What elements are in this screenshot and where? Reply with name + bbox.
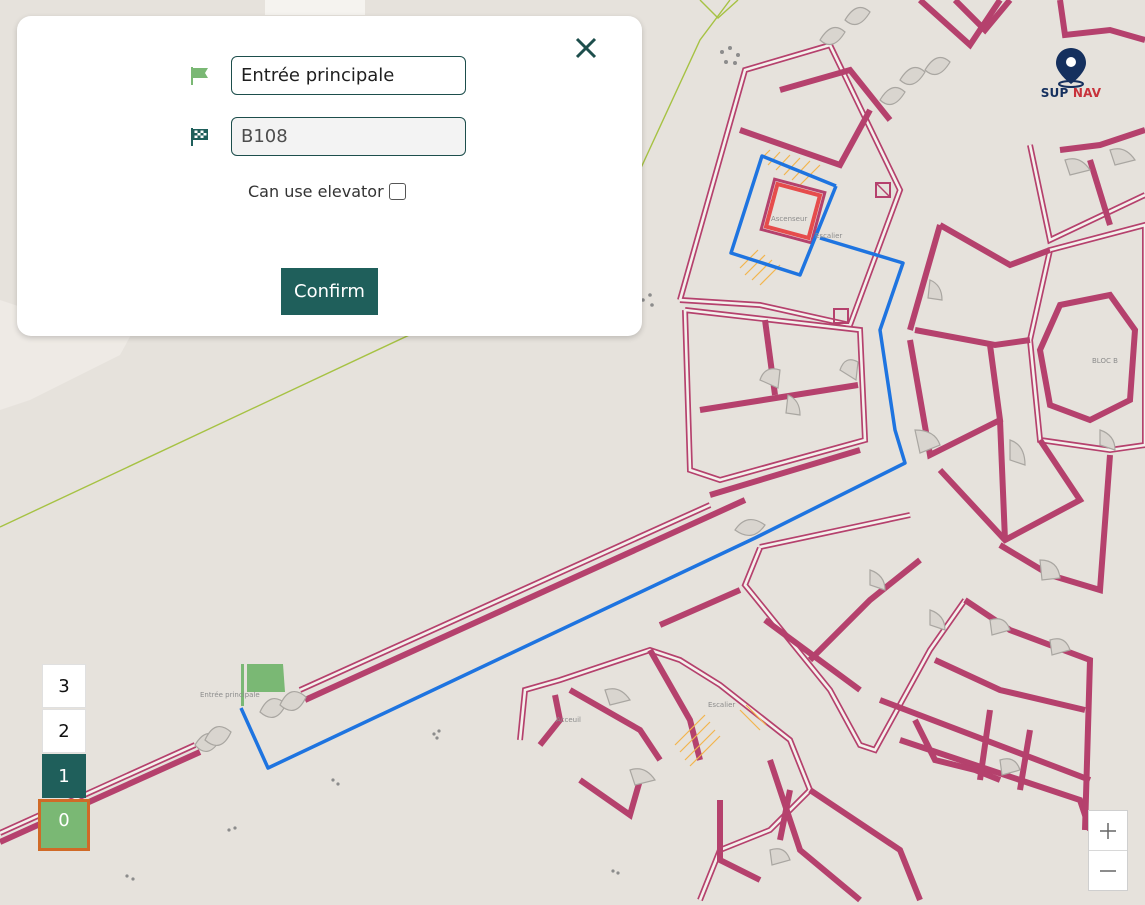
zoom-out-button[interactable] — [1089, 850, 1127, 890]
floor-button-2[interactable]: 2 — [42, 709, 86, 753]
elevator-checkbox[interactable] — [388, 183, 406, 200]
close-button[interactable] — [573, 35, 599, 61]
building-bloc-b — [907, 221, 1145, 594]
map-label-entrance: Entrée principale — [200, 691, 260, 699]
zoom-controls — [1088, 810, 1128, 891]
logo-word-nav: NAV — [1072, 86, 1102, 100]
floor-button-0[interactable]: 0 — [38, 799, 90, 851]
destination-row — [189, 117, 466, 156]
building-top — [917, 0, 1145, 245]
logo-text: SUP NAV — [1040, 86, 1102, 100]
supnav-logo: SUP NAV — [1040, 46, 1102, 102]
map-label-welcome: Acceuil — [556, 716, 581, 724]
start-input[interactable] — [231, 56, 466, 95]
map-label-elevator: Ascenseur — [771, 215, 807, 223]
logo-word-sup: SUP — [1040, 86, 1069, 100]
elevator-highlight[interactable] — [763, 181, 823, 241]
floor-selector: 3 2 1 0 — [38, 664, 90, 851]
elevator-option: Can use elevator — [248, 182, 406, 201]
plus-icon — [1100, 822, 1116, 839]
boundary-line — [639, 0, 731, 171]
zoom-in-button[interactable] — [1089, 811, 1127, 850]
route-panel: Can use elevator Confirm — [17, 16, 642, 336]
flag-icon — [189, 65, 211, 87]
map-label-stairs: Escalier — [708, 701, 735, 709]
checkered-flag-icon — [189, 126, 211, 148]
map-label-stairs: Escalier — [815, 232, 842, 240]
minus-icon — [1100, 869, 1116, 872]
start-row — [189, 56, 466, 95]
map-label-block: BLOC B — [1092, 357, 1118, 365]
floor-button-3[interactable]: 3 — [42, 664, 86, 708]
location-pin-icon — [1056, 48, 1086, 88]
confirm-button[interactable]: Confirm — [281, 268, 378, 315]
close-icon — [575, 37, 597, 59]
destination-input[interactable] — [231, 117, 466, 156]
main-corridor — [0, 497, 911, 845]
elevator-label: Can use elevator — [248, 182, 384, 201]
floor-button-1[interactable]: 1 — [42, 754, 86, 798]
